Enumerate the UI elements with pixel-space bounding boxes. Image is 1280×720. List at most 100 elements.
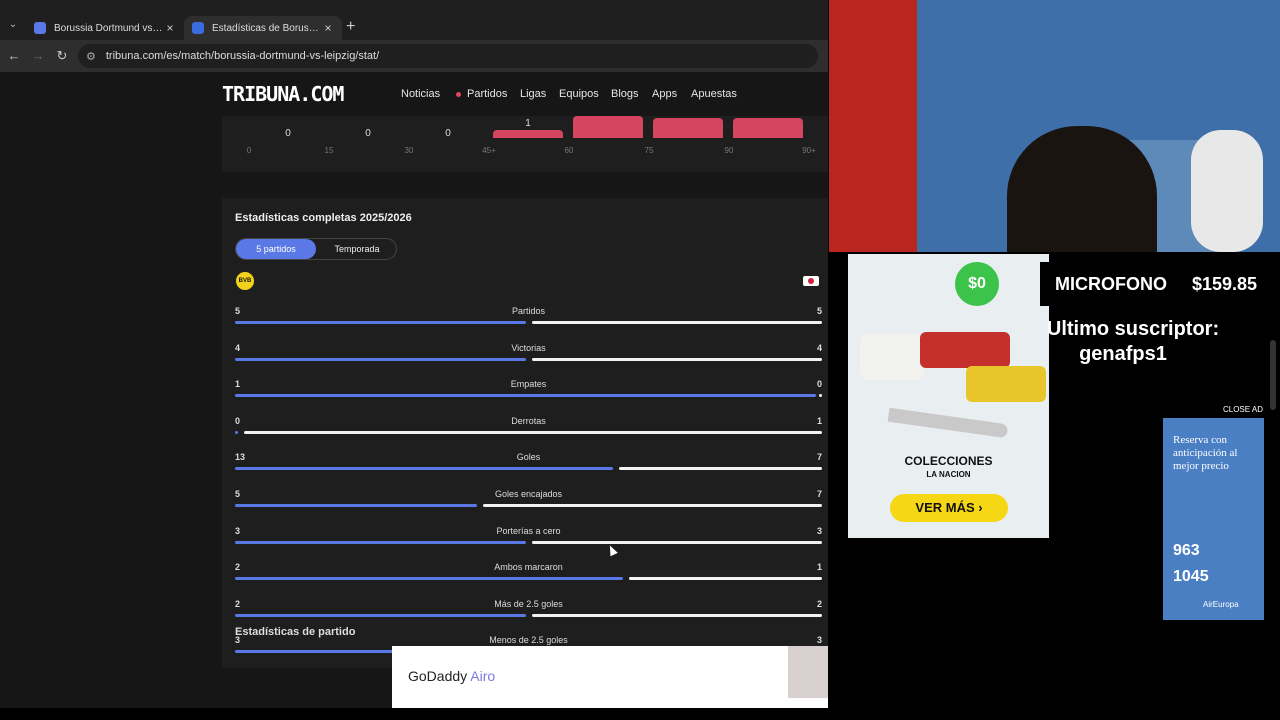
home-bar: [235, 321, 526, 324]
browser-tab-1[interactable]: Borussia Dortmund vs RB Leipzi... ×: [26, 16, 184, 40]
stat-label: Goles encajados: [494, 489, 563, 499]
url-text: tribuna.com/es/match/borussia-dortmund-v…: [105, 50, 380, 62]
home-bar: [235, 613, 526, 617]
subscriber-label: Ultimo suscriptor:: [1046, 318, 1220, 340]
nav-link-partidos[interactable]: Partidos: [456, 88, 507, 100]
stat-label: Goles: [516, 452, 541, 463]
full-stats-card: Estadísticas completas 2025/2026 5 parti…: [222, 198, 828, 668]
page-content: TRIBUNA.COM Noticias Partidos Ligas Equi…: [0, 72, 828, 708]
minute-value: 0: [445, 128, 451, 139]
ad-pot-image: [860, 334, 924, 380]
nav-link-blogs[interactable]: Blogs: [611, 88, 639, 100]
toggle-5-partidos[interactable]: 5 partidos: [236, 239, 316, 259]
stat-row: 1 Empates 0: [235, 379, 822, 409]
nav-link-apuestas[interactable]: Apuestas: [691, 88, 737, 100]
tab-search-chevron-icon[interactable]: ⌄: [6, 18, 20, 32]
home-bar: [235, 577, 623, 581]
ad-car-image: [966, 366, 1046, 402]
stat-row: 2 Más de 2.5 goles 2: [235, 599, 822, 629]
minute-tick: 0: [246, 146, 252, 155]
ad-title: COLECCIONES: [904, 454, 993, 468]
site-logo[interactable]: TRIBUNA.COM: [222, 82, 344, 106]
toggle-temporada[interactable]: Temporada: [318, 239, 396, 259]
side-ad-brand: AirEuropa: [1203, 600, 1239, 609]
home-bar: [235, 467, 613, 471]
minute-value: 1: [525, 118, 531, 129]
collage-ad[interactable]: COLECCIONES LA NACION VER MÁS ›: [848, 254, 1049, 538]
away-value: 0: [816, 379, 822, 390]
next-section-title: Estadísticas de partido: [235, 626, 356, 638]
forward-arrow-icon[interactable]: →: [30, 48, 46, 64]
minute-tick: 45+: [482, 146, 496, 155]
minute-tick: 75: [644, 146, 654, 155]
away-team-logo: [803, 276, 819, 286]
ad-brand: GoDaddy Airo: [408, 668, 495, 684]
away-bar: [483, 504, 822, 507]
close-ad-button[interactable]: CLOSE AD: [1222, 404, 1264, 416]
away-value: 3: [816, 635, 822, 646]
close-tab-icon[interactable]: ×: [164, 21, 176, 35]
bottom-banner-ad[interactable]: GoDaddy Airo: [392, 646, 878, 708]
site-header: TRIBUNA.COM Noticias Partidos Ligas Equi…: [0, 72, 828, 116]
stat-label: Victorias: [511, 342, 546, 353]
subscriber-name: genafps1: [1079, 343, 1167, 365]
webcam-plush-toy: [1191, 130, 1263, 252]
home-bar: [235, 504, 477, 507]
away-bar: [619, 467, 822, 471]
nav-link-ligas[interactable]: Ligas: [520, 88, 546, 100]
minute-value: 0: [365, 128, 371, 139]
donation-goal-amount: $159.85: [1192, 274, 1258, 294]
away-bar: [629, 577, 822, 581]
away-bar: [532, 357, 822, 361]
side-ad-price: 1045: [1173, 568, 1209, 585]
nav-link-noticias[interactable]: Noticias: [401, 88, 440, 100]
stat-label: Porterías a cero: [496, 525, 561, 536]
away-value: 7: [816, 489, 822, 499]
tab-title: Borussia Dortmund vs RB Leipzi...: [54, 22, 164, 34]
webcam-feed: [829, 0, 1280, 252]
home-bar: [235, 430, 238, 434]
side-ad-headline: Reserva con anticipación al mejor precio: [1173, 434, 1238, 472]
stat-row: 5 Partidos 5: [235, 306, 822, 336]
away-bar: [532, 613, 822, 617]
home-bar: [235, 394, 816, 398]
away-bar: [532, 321, 822, 324]
reload-icon[interactable]: ↻: [54, 48, 70, 64]
donation-goal-label: MICROFONO: [1055, 274, 1167, 294]
minute-tick: 15: [324, 146, 334, 155]
ver-mas-button[interactable]: VER MÁS ›: [890, 494, 1008, 522]
address-bar[interactable]: ⚙ tribuna.com/es/match/borussia-dortmund…: [78, 44, 818, 68]
ad-subtitle: LA NACION: [926, 470, 971, 479]
stat-row: 13 Goles 7: [235, 452, 822, 482]
nav-link-equipos[interactable]: Equipos: [559, 88, 599, 100]
ad-brand-name: GoDaddy: [408, 668, 468, 684]
side-ad[interactable]: Reserva con anticipación al mejor precio…: [1163, 418, 1264, 620]
minute-value: 0: [285, 128, 291, 139]
stat-row: 2 Ambos marcaron 1: [235, 562, 822, 592]
site-info-icon[interactable]: ⚙: [86, 50, 96, 63]
stat-label: Más de 2.5 goles: [494, 598, 563, 609]
stat-label: Derrotas: [511, 415, 546, 426]
stat-row: 5 Goles encajados 7: [235, 489, 822, 519]
minute-bar: [573, 116, 643, 138]
plus-icon[interactable]: +: [346, 18, 355, 36]
ad-knife-image: [887, 407, 1009, 439]
minute-bar: [733, 118, 803, 138]
away-value: 4: [816, 342, 822, 353]
away-value: 3: [816, 525, 822, 536]
away-value: 1: [816, 562, 822, 573]
browser-tab-bar: ⌄ Borussia Dortmund vs RB Leipzi... × Es…: [0, 0, 828, 40]
back-arrow-icon[interactable]: ←: [6, 48, 22, 64]
stat-row: 4 Victorias 4: [235, 343, 822, 373]
minute-bar: [653, 118, 723, 138]
scrollbar[interactable]: [1270, 340, 1276, 410]
site-favicon-icon: [34, 22, 46, 34]
minute-tick: 90+: [802, 146, 816, 155]
minute-tick: 90: [724, 146, 734, 155]
site-favicon-icon: [192, 22, 204, 34]
browser-tab-2[interactable]: Estadísticas de Borussia Dortm... ×: [184, 16, 342, 40]
nav-link-apps[interactable]: Apps: [652, 88, 677, 100]
goals-by-minute-card: 0 0 0 1 0 15 30 45+ 60 75 90 90+: [222, 116, 828, 172]
section-title: Estadísticas completas 2025/2026: [235, 212, 412, 224]
close-tab-icon[interactable]: ×: [322, 21, 334, 35]
